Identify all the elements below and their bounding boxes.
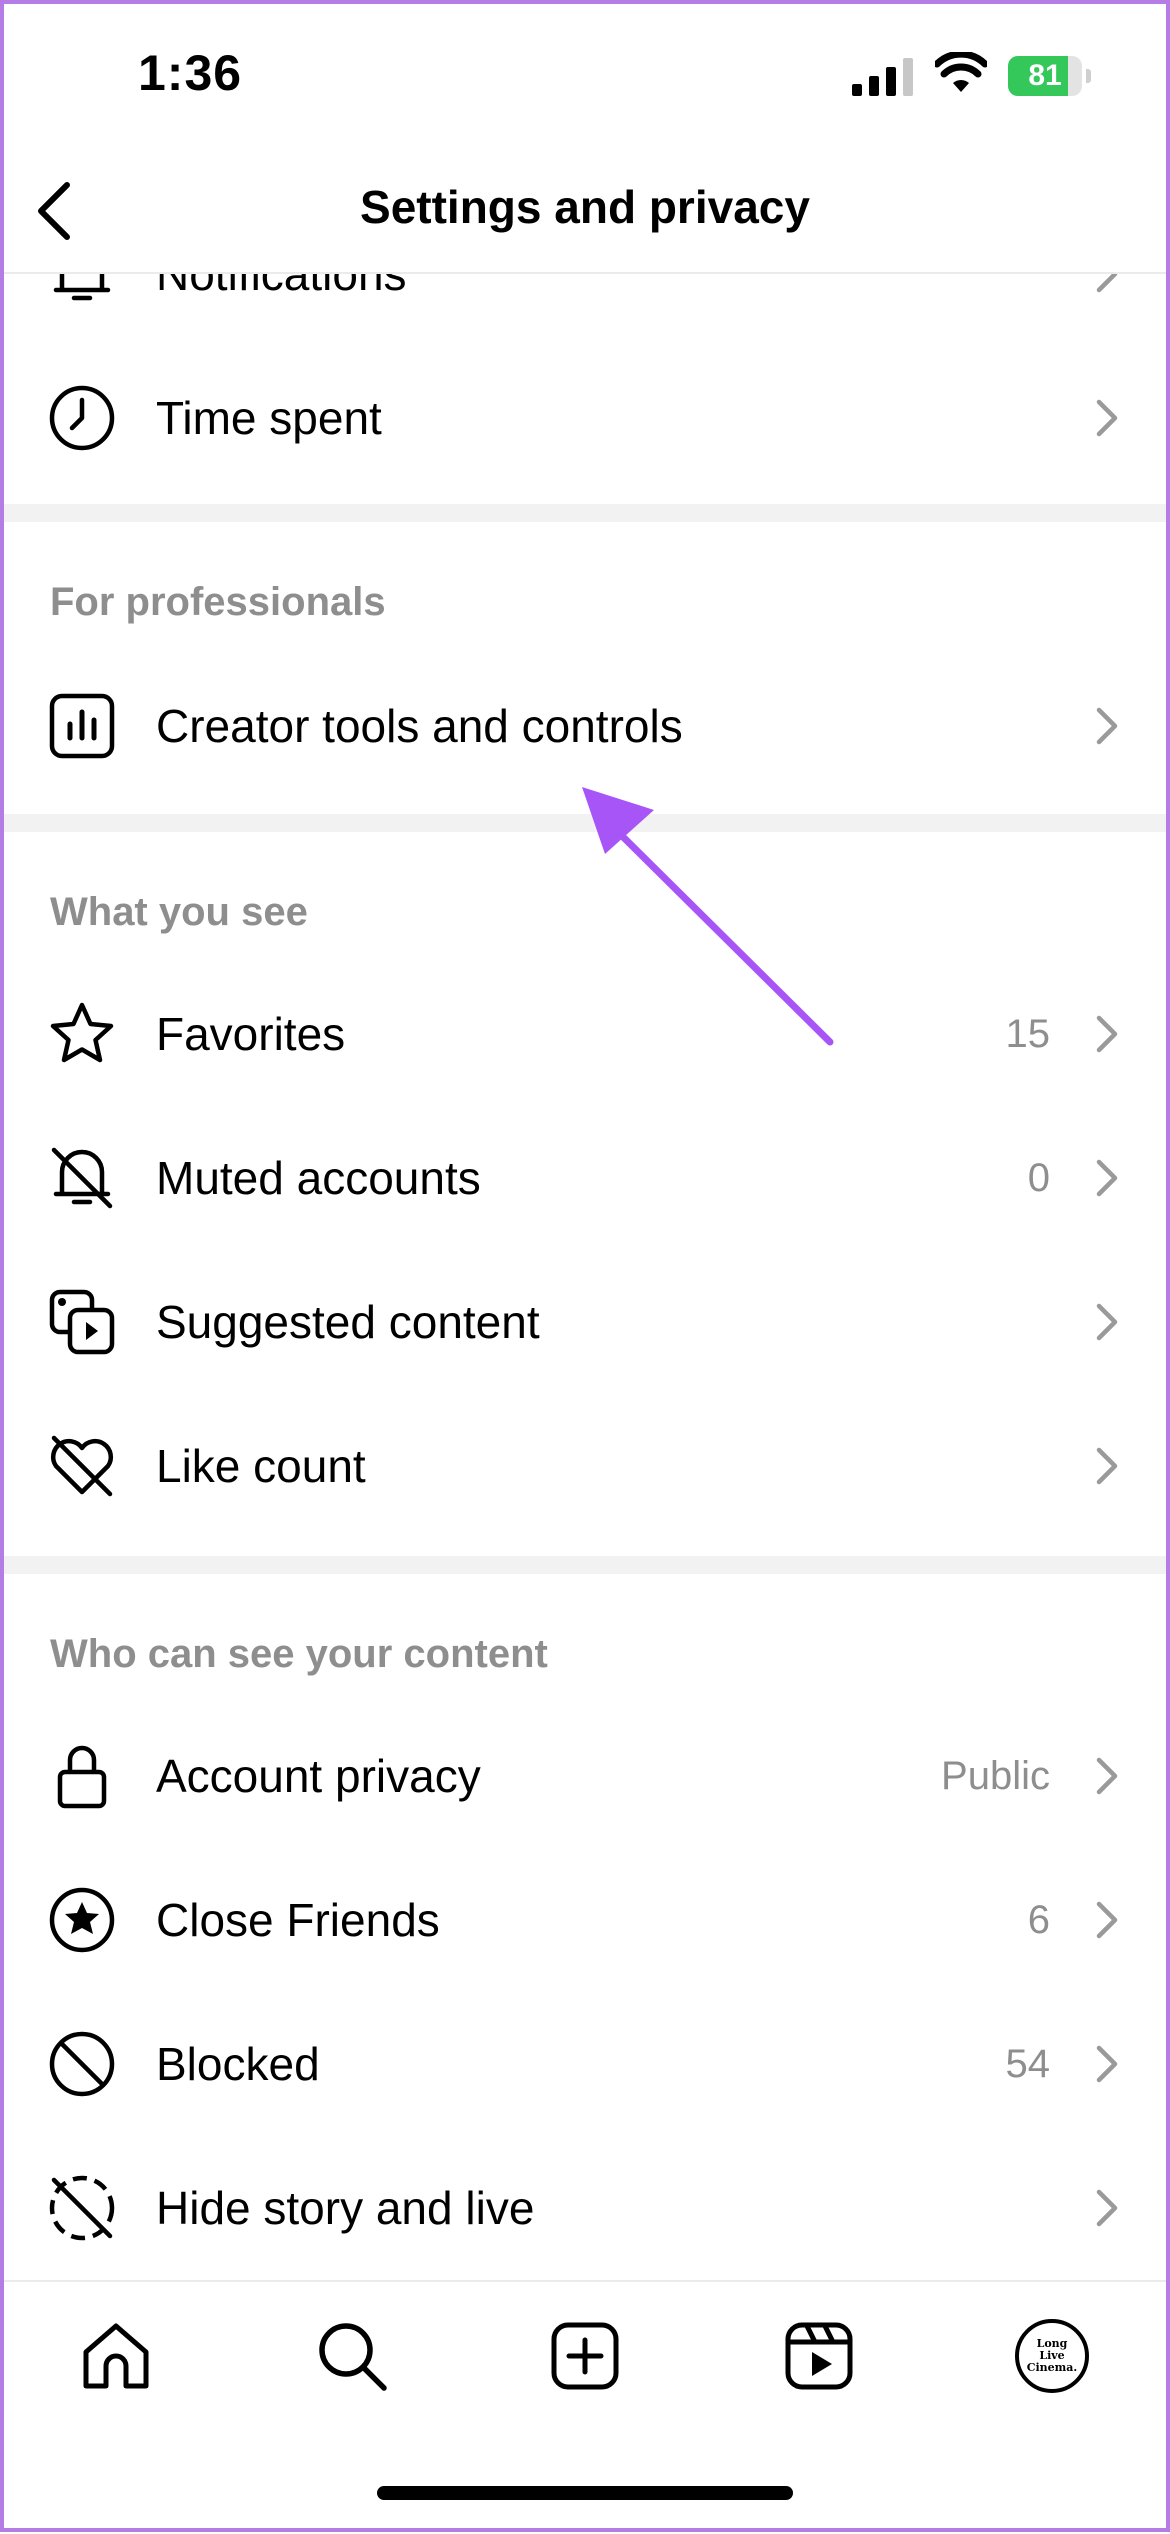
chevron-right-icon — [1096, 2189, 1118, 2227]
chevron-right-icon — [1096, 1757, 1118, 1795]
row-value: 54 — [1005, 2042, 1051, 2086]
settings-row-hide-story[interactable]: Hide story and live — [0, 2136, 1170, 2272]
blocked-icon — [49, 2031, 115, 2097]
row-label: Account privacy — [156, 1750, 481, 1802]
section-title-for-professionals: For professionals — [50, 580, 386, 624]
chevron-right-icon — [1096, 2045, 1118, 2083]
star-circle-icon — [49, 1887, 115, 1953]
wifi-icon — [935, 52, 987, 92]
tab-home[interactable] — [76, 2316, 156, 2396]
chevron-right-icon — [1096, 1447, 1118, 1485]
page-title: Settings and privacy — [360, 181, 810, 233]
annotation-arrow — [582, 787, 834, 1046]
clock-icon — [49, 385, 115, 451]
row-value: Public — [941, 1754, 1050, 1798]
story-off-icon — [49, 2175, 115, 2241]
row-label: Muted accounts — [156, 1152, 481, 1204]
section-divider — [0, 504, 1170, 522]
heart-off-icon — [50, 1435, 114, 1497]
settings-row-muted-accounts[interactable]: Muted accounts 0 — [0, 1106, 1170, 1250]
star-icon — [50, 1002, 114, 1063]
row-label: Favorites — [156, 1008, 346, 1060]
battery-percentage: 81 — [1028, 59, 1062, 92]
bell-icon — [53, 274, 111, 301]
settings-row-time-spent[interactable]: Time spent — [0, 346, 1170, 490]
settings-list[interactable]: Notifications Time spent For professiona… — [0, 274, 1170, 2272]
chevron-right-icon — [1096, 1901, 1118, 1939]
row-label: Notifications — [156, 274, 407, 300]
bottom-tab-bar: Long Live Cinema. — [0, 2280, 1170, 2534]
row-value: 15 — [1005, 1012, 1051, 1056]
tab-create[interactable] — [545, 2316, 625, 2396]
nav-header: Settings and privacy — [0, 150, 1170, 274]
chevron-right-icon — [1096, 707, 1118, 745]
tab-profile[interactable]: Long Live Cinema. — [1012, 2316, 1092, 2396]
bell-off-icon — [51, 1147, 113, 1209]
lock-icon — [57, 1745, 107, 1809]
settings-row-like-count[interactable]: Like count — [0, 1394, 1170, 1538]
row-label: Time spent — [156, 392, 382, 444]
row-label: Close Friends — [156, 1894, 440, 1946]
chevron-right-icon — [1096, 1015, 1118, 1053]
reels-icon — [785, 2322, 853, 2390]
section-divider — [0, 1556, 1170, 1574]
battery-indicator: 81 — [1008, 56, 1091, 96]
row-value: 0 — [1027, 1156, 1050, 1200]
search-icon — [319, 2323, 387, 2391]
chart-icon — [49, 693, 115, 759]
tab-reels[interactable] — [779, 2316, 859, 2396]
row-label: Hide story and live — [156, 2182, 535, 2234]
home-icon — [83, 2323, 149, 2389]
row-label: Blocked — [156, 2038, 320, 2090]
cellular-signal-icon — [852, 58, 913, 96]
chevron-right-icon — [1096, 1303, 1118, 1341]
settings-row-notifications[interactable]: Notifications — [0, 274, 1170, 346]
avatar-text-line: Cinema. — [1026, 2361, 1078, 2374]
row-label: Suggested content — [156, 1296, 540, 1348]
settings-row-account-privacy[interactable]: Account privacy Public — [0, 1704, 1170, 1848]
battery-cap — [1086, 69, 1091, 83]
settings-row-blocked[interactable]: Blocked 54 — [0, 1992, 1170, 2136]
row-value: 6 — [1027, 1898, 1050, 1942]
settings-row-suggested-content[interactable]: Suggested content — [0, 1250, 1170, 1394]
chevron-right-icon — [1096, 399, 1118, 437]
row-label: Like count — [156, 1440, 366, 1492]
chevron-right-icon — [1096, 1159, 1118, 1197]
home-indicator — [377, 2486, 793, 2500]
settings-row-close-friends[interactable]: Close Friends 6 — [0, 1848, 1170, 1992]
status-time: 1:36 — [138, 45, 243, 101]
tab-search[interactable] — [312, 2316, 392, 2396]
status-bar: 1:36 81 — [0, 0, 1170, 150]
create-icon — [551, 2322, 619, 2390]
media-play-icon — [49, 1289, 115, 1355]
section-title-who-can-see: Who can see your content — [50, 1632, 548, 1676]
profile-avatar: Long Live Cinema. — [1015, 2319, 1089, 2393]
chevron-right-icon — [1096, 274, 1118, 293]
section-title-what-you-see: What you see — [50, 890, 308, 934]
